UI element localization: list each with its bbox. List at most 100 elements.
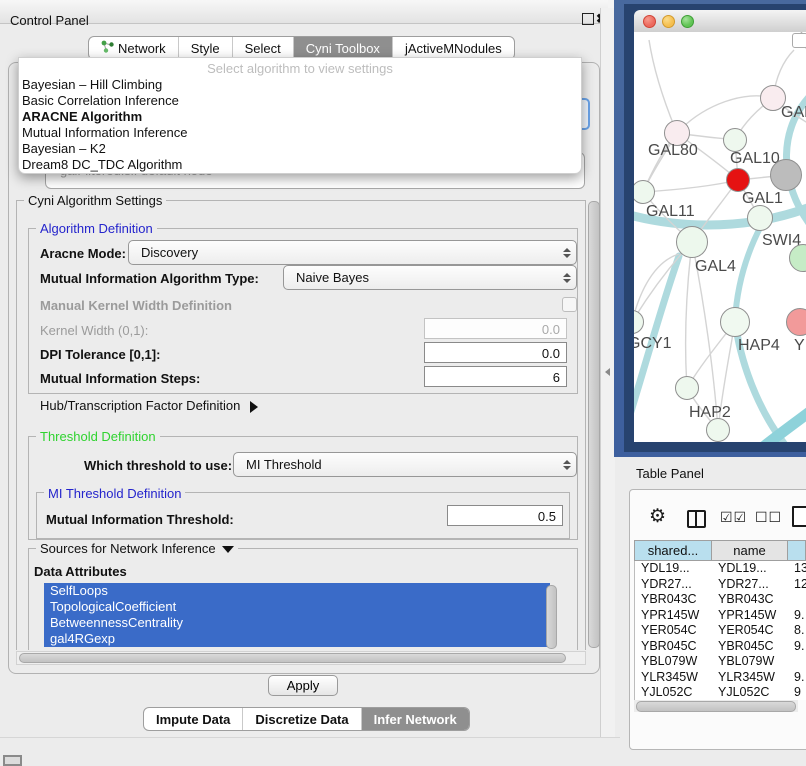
network-node-hap2[interactable] xyxy=(675,376,699,400)
table-cell: 9. xyxy=(794,670,806,685)
expander-right-icon xyxy=(250,401,258,413)
network-canvas[interactable]: GALGAL80GAL10GAL1GAL11SWI4GAL4GCY1HAP4YH… xyxy=(634,32,806,442)
tab-select[interactable]: Select xyxy=(233,37,294,59)
table-cell: YLR345W xyxy=(641,670,716,685)
settings-hscroll-thumb[interactable] xyxy=(19,653,566,663)
tab-infer-network[interactable]: Infer Network xyxy=(362,708,469,730)
node-label: GAL4 xyxy=(695,258,736,276)
table-cell: 8. xyxy=(794,623,806,638)
table-row[interactable]: YLR345WYLR345W9. xyxy=(635,670,806,686)
mi-threshold-group-title: MI Threshold Definition xyxy=(44,486,185,501)
network-node-y[interactable] xyxy=(786,308,806,336)
zoom-traffic-light[interactable] xyxy=(681,15,694,28)
mi-algorithm-type-combobox[interactable]: Naive Bayes xyxy=(283,265,577,290)
tab-label: jActiveMNodules xyxy=(405,41,502,56)
algorithm-option-list: Bayesian – Hill ClimbingBasic Correlatio… xyxy=(19,77,581,173)
table-panel-title: Table Panel xyxy=(636,466,704,481)
data-attribute-item[interactable]: BetweennessCentrality xyxy=(44,615,550,631)
data-attribute-item[interactable]: gal4RGexp xyxy=(44,631,550,647)
data-attribute-item[interactable]: TopologicalCoefficient xyxy=(44,599,550,615)
float-window-icon[interactable] xyxy=(582,13,594,25)
table-cell: YJL052C xyxy=(718,685,792,700)
algorithm-definition-title: Algorithm Definition xyxy=(36,221,157,236)
select-all-checks-icon[interactable]: ☑☑ xyxy=(720,509,747,526)
tab-cyni-toolbox[interactable]: Cyni Toolbox xyxy=(294,37,393,59)
tab-label: Cyni Toolbox xyxy=(306,41,380,56)
tab-impute-data[interactable]: Impute Data xyxy=(144,708,243,730)
gear-icon[interactable]: ⚙ xyxy=(649,505,666,528)
table-cell: YDL19... xyxy=(718,561,792,576)
table-cell: YDL19... xyxy=(641,561,716,576)
settings-vscroll-thumb[interactable] xyxy=(588,201,600,648)
tab-jactivemnodules[interactable]: jActiveMNodules xyxy=(393,37,514,59)
aracne-mode-value: Discovery xyxy=(129,245,558,260)
node-label: GCY1 xyxy=(634,335,672,353)
tab-discretize-data[interactable]: Discretize Data xyxy=(243,708,361,730)
aracne-mode-combobox[interactable]: Discovery xyxy=(128,240,577,265)
table-row[interactable]: YPR145WYPR145W9. xyxy=(635,608,806,624)
apply-button[interactable]: Apply xyxy=(268,675,338,696)
network-node-gal10[interactable] xyxy=(723,128,747,152)
dpi-tolerance-field[interactable]: 0.0 xyxy=(424,342,567,363)
table-header-shared-name[interactable]: shared... xyxy=(634,540,712,561)
network-node-swi4[interactable] xyxy=(747,205,773,231)
close-traffic-light[interactable] xyxy=(643,15,656,28)
minimize-traffic-light[interactable] xyxy=(662,15,675,28)
deselect-all-checks-icon[interactable]: ☐☐ xyxy=(755,509,782,526)
tab-style[interactable]: Style xyxy=(179,37,233,59)
data-attribute-item[interactable]: SelfLoops xyxy=(44,583,550,599)
node-label: GAL80 xyxy=(648,142,698,160)
stepper-up-icon xyxy=(563,460,571,464)
minimized-window-icon[interactable] xyxy=(3,755,22,766)
hub-definition-expander[interactable]: Hub/Transcription Factor Definition xyxy=(40,398,258,413)
algorithm-option[interactable]: Bayesian – Hill Climbing xyxy=(19,77,581,93)
document-icon[interactable] xyxy=(792,506,806,527)
sources-group-title[interactable]: Sources for Network Inference xyxy=(36,541,238,556)
which-threshold-combobox[interactable]: MI Threshold xyxy=(233,452,577,477)
table-row[interactable]: YER054CYER054C8. xyxy=(635,623,806,639)
algorithm-option[interactable]: Dream8 DC_TDC Algorithm xyxy=(19,157,581,173)
table-row[interactable]: YBR045CYBR045C9. xyxy=(635,639,806,655)
mi-threshold-field[interactable]: 0.5 xyxy=(447,505,563,526)
tab-network[interactable]: Network xyxy=(89,37,179,59)
kernel-width-field[interactable]: 0.0 xyxy=(424,318,567,339)
table-hscroll-thumb[interactable] xyxy=(636,701,796,712)
columns-icon[interactable] xyxy=(687,510,706,528)
algorithm-option[interactable]: ARACNE Algorithm xyxy=(19,109,581,125)
table-cell: YBL079W xyxy=(641,654,716,669)
network-node[interactable] xyxy=(770,159,802,191)
table-cell: 9. xyxy=(794,639,806,654)
table-row[interactable]: YBR043CYBR043C xyxy=(635,592,806,608)
network-node[interactable] xyxy=(706,418,730,442)
table-row[interactable]: YJL052CYJL052C9 xyxy=(635,685,806,700)
table-header-partial[interactable] xyxy=(787,540,806,561)
table-header-name[interactable]: name xyxy=(711,540,788,561)
attribute-list-scrollbar[interactable] xyxy=(546,585,557,649)
network-node-gal1[interactable] xyxy=(726,168,750,192)
cyni-algorithm-settings-title: Cyni Algorithm Settings xyxy=(24,193,166,208)
tab-label: Network xyxy=(118,41,166,56)
table-row[interactable]: YBL079WYBL079W xyxy=(635,654,806,670)
node-label: Y xyxy=(794,337,805,355)
canvas-corner-widget[interactable] xyxy=(792,33,806,48)
table-cell: YER054C xyxy=(718,623,792,638)
algorithm-dropdown-placeholder: Select algorithm to view settings xyxy=(19,61,581,76)
algorithm-option[interactable]: Mutual Information Inference xyxy=(19,125,581,141)
table-body: YDL19...YDL19...13YDR27...YDR27...12YBR0… xyxy=(634,561,806,700)
network-window-titlebar[interactable] xyxy=(634,10,806,33)
table-row[interactable]: YDL19...YDL19...13 xyxy=(635,561,806,577)
table-cell: YPR145W xyxy=(718,608,792,623)
network-node-gal4[interactable] xyxy=(676,226,708,258)
table-row[interactable]: YDR27...YDR27...12 xyxy=(635,577,806,593)
table-cell: YBR043C xyxy=(641,592,716,607)
which-threshold-value: MI Threshold xyxy=(234,457,558,472)
mi-steps-field[interactable]: 6 xyxy=(424,366,567,387)
table-cell: YER054C xyxy=(641,623,716,638)
divider-collapse-handle[interactable] xyxy=(605,368,610,376)
bottom-strip xyxy=(0,737,620,763)
algorithm-option[interactable]: Bayesian – K2 xyxy=(19,141,581,157)
network-node-hap4[interactable] xyxy=(720,307,750,337)
manual-kernel-width-checkbox[interactable] xyxy=(562,297,577,312)
algorithm-dropdown-popup: Select algorithm to view settings Bayesi… xyxy=(18,57,582,174)
algorithm-option[interactable]: Basic Correlation Inference xyxy=(19,93,581,109)
